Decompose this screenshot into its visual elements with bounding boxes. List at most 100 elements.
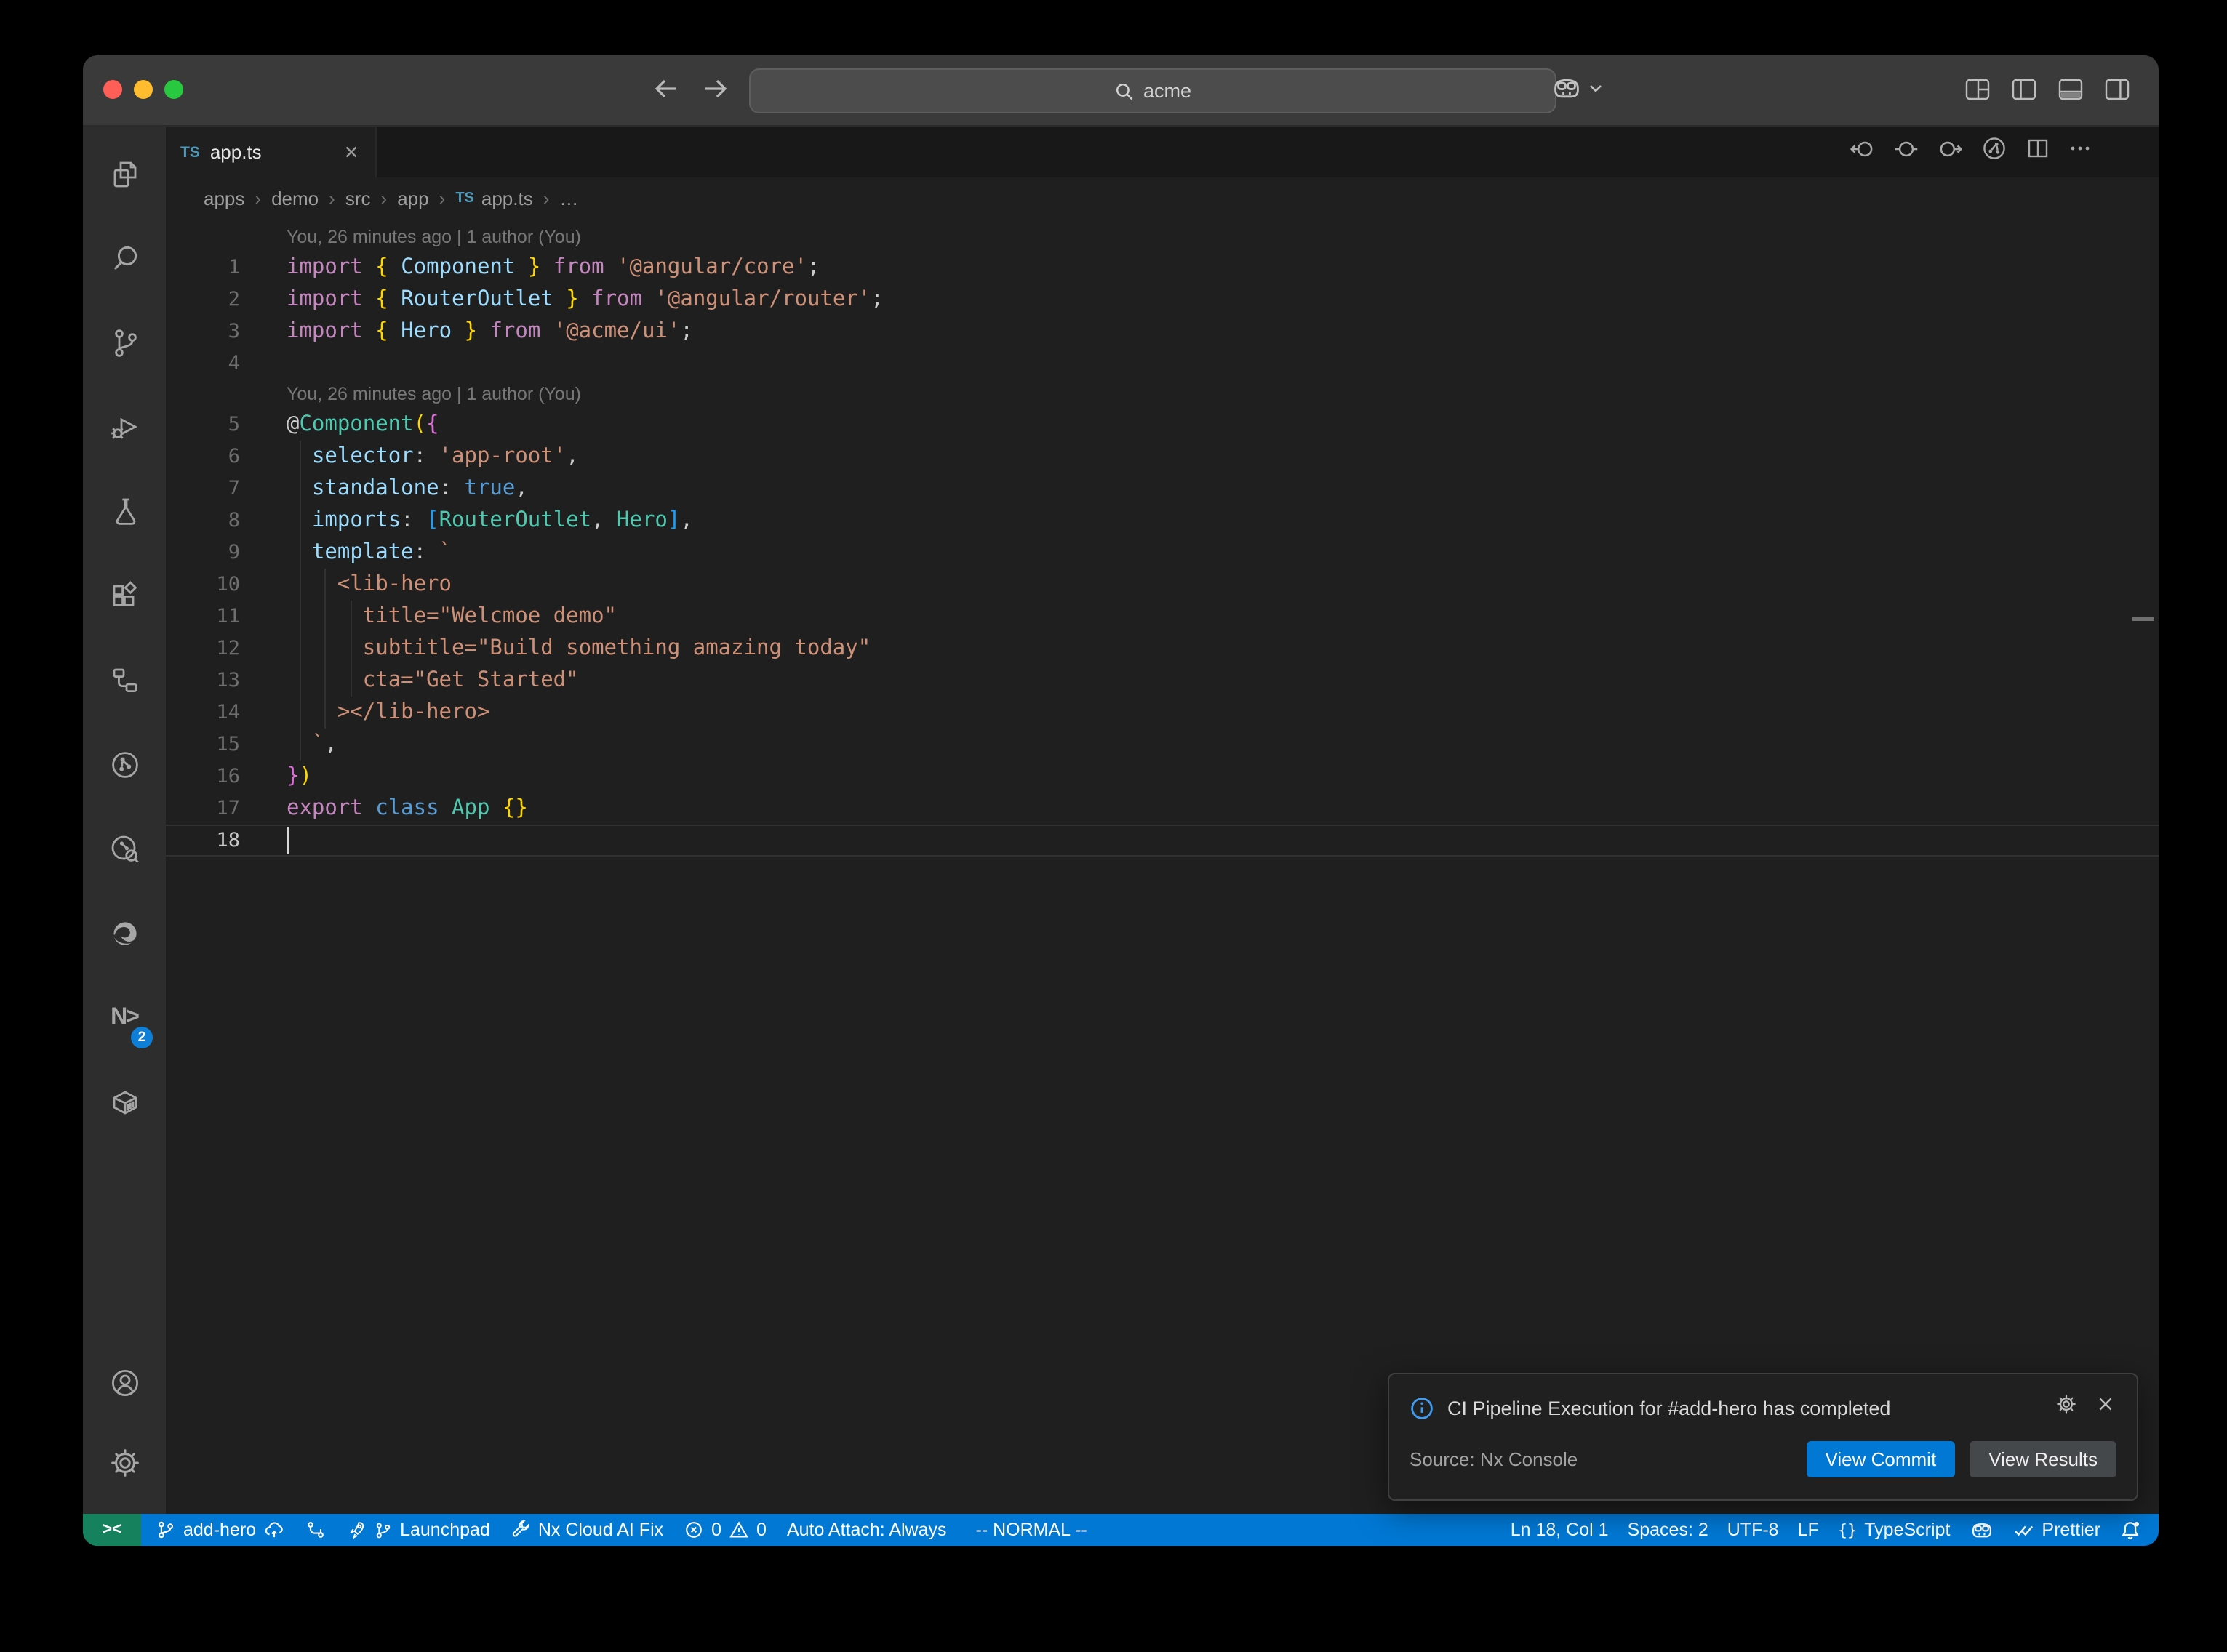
code-line[interactable]: 7 standalone: true, [166, 473, 2159, 505]
copilot-status[interactable] [1969, 1519, 1994, 1541]
git-branch-status[interactable]: add-hero [156, 1520, 285, 1540]
language-mode-status[interactable]: {} TypeScript [1838, 1520, 1951, 1540]
indent-guide [350, 633, 351, 665]
gitlens-blame-button[interactable] [1894, 136, 1919, 168]
code-line[interactable]: 6 selector: 'app-root', [166, 441, 2159, 473]
arrow-right-icon [700, 73, 732, 105]
codelens-blame[interactable]: You, 26 minutes ago | 1 author (You) [166, 222, 2159, 252]
line-number: 9 [166, 541, 240, 564]
notification-close-button[interactable] [2095, 1393, 2116, 1422]
customize-layout-button[interactable] [1965, 79, 1990, 108]
toggle-secondary-sidebar-button[interactable] [2105, 79, 2130, 108]
history-back-button[interactable] [650, 73, 682, 105]
activity-graph-search[interactable] [83, 807, 166, 891]
container-icon [107, 1085, 142, 1120]
breadcrumb-item[interactable]: app [397, 188, 428, 209]
remote-indicator[interactable]: >< [83, 1514, 141, 1546]
search-value: acme [1143, 80, 1191, 102]
commit-graph-button[interactable] [305, 1520, 326, 1540]
activity-containers[interactable] [83, 1060, 166, 1144]
launchpad-label: Launchpad [400, 1520, 490, 1540]
breadcrumb-symbol[interactable]: … [559, 188, 578, 209]
code-line[interactable]: 15 `, [166, 729, 2159, 761]
breadcrumb-item[interactable]: apps [204, 188, 244, 209]
vim-mode-status[interactable]: -- NORMAL -- [976, 1520, 1087, 1540]
code-line[interactable]: 9 template: ` [166, 537, 2159, 569]
activity-testing[interactable] [83, 470, 166, 554]
chevron-down-icon [1588, 81, 1603, 96]
code-line[interactable]: 13 cta="Get Started" [166, 665, 2159, 697]
git-branch-icon [156, 1520, 176, 1540]
activity-hierarchy[interactable] [83, 638, 166, 723]
code-line[interactable]: 11 title="Welcmoe demo" [166, 601, 2159, 633]
history-forward-button[interactable] [700, 73, 732, 105]
code-line[interactable]: 10 <lib-hero [166, 569, 2159, 601]
gear-icon [2055, 1393, 2077, 1415]
view-results-button[interactable]: View Results [1970, 1441, 2116, 1477]
problems-status[interactable]: 0 0 [684, 1520, 767, 1540]
nx-cloud-fix-button[interactable]: Nx Cloud AI Fix [511, 1520, 663, 1540]
more-actions-button[interactable] [2068, 137, 2092, 167]
view-commit-button[interactable]: View Commit [1807, 1441, 1956, 1477]
launchpad-button[interactable]: Launchpad [346, 1520, 490, 1540]
code-line[interactable]: 2import { RouterOutlet } from '@angular/… [166, 284, 2159, 316]
code-line[interactable]: 3import { Hero } from '@acme/ui'; [166, 316, 2159, 348]
split-editor-button[interactable] [2026, 137, 2050, 167]
text-cursor [287, 827, 289, 854]
settings-button[interactable] [83, 1422, 166, 1502]
toggle-primary-sidebar-button[interactable] [2012, 79, 2036, 108]
eol-label: LF [1798, 1520, 1819, 1540]
code-line[interactable]: 16}) [166, 761, 2159, 793]
line-content: export class App {} [287, 793, 528, 825]
command-center-search[interactable]: acme [749, 68, 1556, 113]
formatter-status[interactable]: Prettier [2012, 1520, 2100, 1540]
cloud-upload-icon [263, 1520, 285, 1540]
code-line[interactable]: 14 ></lib-hero> [166, 697, 2159, 729]
cursor-position-status[interactable]: Ln 18, Col 1 [1511, 1520, 1609, 1540]
close-window-button[interactable] [103, 80, 122, 99]
breadcrumb-item[interactable]: demo [271, 188, 319, 209]
activity-bar: N> 2 [83, 127, 166, 1514]
notification-settings-button[interactable] [2055, 1393, 2077, 1422]
code-line[interactable]: 8 imports: [RouterOutlet, Hero], [166, 505, 2159, 537]
breadcrumb-separator: › [543, 188, 550, 209]
code-line[interactable]: 5@Component({ [166, 409, 2159, 441]
code-line[interactable]: 18 [166, 825, 2159, 857]
edge-devtools-icon [107, 916, 142, 951]
eol-status[interactable]: LF [1798, 1520, 1819, 1540]
gitlens-prev-change-button[interactable] [1850, 136, 1875, 168]
activity-extensions[interactable] [83, 554, 166, 638]
codelens-blame[interactable]: You, 26 minutes ago | 1 author (You) [166, 380, 2159, 409]
line-content: imports: [RouterOutlet, Hero], [287, 505, 693, 537]
activity-search[interactable] [83, 217, 166, 301]
encoding-status[interactable]: UTF-8 [1727, 1520, 1779, 1540]
auto-attach-status[interactable]: Auto Attach: Always [787, 1520, 947, 1540]
toggle-panel-button[interactable] [2058, 79, 2083, 108]
breadcrumb: apps › demo › src › app › TS app.ts › … [166, 177, 2159, 220]
line-number: 17 [166, 797, 240, 820]
code-editor[interactable]: You, 26 minutes ago | 1 author (You)1imp… [166, 220, 2159, 1514]
activity-source-control[interactable] [83, 301, 166, 385]
activity-project-graph[interactable] [83, 723, 166, 807]
code-line[interactable]: 1import { Component } from '@angular/cor… [166, 252, 2159, 284]
code-line[interactable]: 17 export class App {} [166, 793, 2159, 825]
minimize-window-button[interactable] [134, 80, 153, 99]
code-line[interactable]: 12 subtitle="Build something amazing tod… [166, 633, 2159, 665]
activity-run-debug[interactable] [83, 385, 166, 470]
activity-edge-tools[interactable] [83, 891, 166, 976]
copilot-menu-button[interactable] [1551, 74, 1603, 103]
arrow-left-icon [650, 73, 682, 105]
activity-nx-console[interactable]: N> 2 [83, 976, 166, 1060]
tab-app-ts[interactable]: TS app.ts [166, 127, 377, 177]
activity-explorer[interactable] [83, 132, 166, 217]
code-line[interactable]: 4 [166, 348, 2159, 380]
notifications-bell-button[interactable] [2119, 1519, 2141, 1541]
account-button[interactable] [83, 1342, 166, 1422]
gitlens-next-change-button[interactable] [1938, 136, 1962, 168]
breadcrumb-item[interactable]: src [345, 188, 371, 209]
breadcrumb-file[interactable]: TS app.ts [455, 188, 532, 209]
indentation-status[interactable]: Spaces: 2 [1628, 1520, 1708, 1540]
maximize-window-button[interactable] [164, 80, 183, 99]
nx-graph-button[interactable] [1981, 135, 2007, 169]
tab-close-button[interactable] [342, 143, 361, 161]
